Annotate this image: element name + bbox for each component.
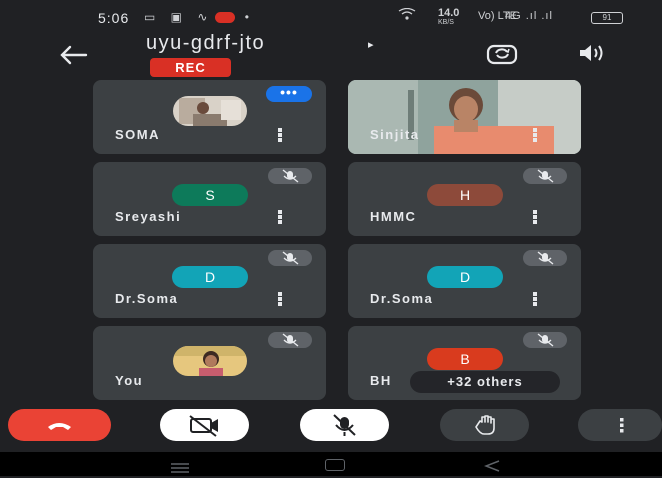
avatar: H [427, 184, 503, 206]
participant-name: SOMA [115, 127, 160, 142]
status-time: 5:06 [98, 10, 130, 26]
participant-name: Sreyashi [115, 209, 182, 224]
avatar: D [172, 266, 248, 288]
recent-apps-icon[interactable] [170, 460, 190, 473]
recording-badge: REC [150, 58, 231, 77]
notification-icons: ▭ ▣ ∿ • [144, 10, 255, 24]
chevron-right-icon[interactable]: ▸ [368, 38, 374, 51]
more-options-icon[interactable] [278, 210, 282, 224]
participant-tile[interactable]: H HMMC [348, 162, 581, 236]
participant-tile[interactable]: You [93, 326, 326, 400]
more-options-icon[interactable] [533, 210, 537, 224]
battery-icon: 91 [591, 12, 623, 24]
participant-tile[interactable]: D Dr.Soma [348, 244, 581, 318]
mic-off-icon [523, 332, 567, 348]
participant-tile[interactable]: D Dr.Soma [93, 244, 326, 318]
status-bar: 5:06 ▭ ▣ ∿ • 14.0 KB/S Vo) LTE 4G .ıl .ıl… [0, 0, 662, 34]
participant-name: You [115, 373, 144, 388]
participant-tile[interactable]: Sinjita [348, 80, 581, 154]
avatar: D [427, 266, 503, 288]
avatar [173, 96, 247, 126]
mic-off-icon [268, 332, 312, 348]
mic-off-icon [268, 250, 312, 266]
avatar [173, 346, 247, 376]
more-options-icon[interactable] [533, 292, 537, 306]
participant-name: Sinjita [370, 127, 420, 142]
switch-camera-icon[interactable] [486, 40, 518, 66]
participant-name: HMMC [370, 209, 417, 224]
recording-indicator-icon [215, 12, 236, 24]
avatar: B [427, 348, 503, 370]
more-vert-icon [620, 418, 624, 433]
system-nav-bar [0, 452, 662, 476]
more-options-button[interactable] [578, 409, 662, 441]
raise-hand-button[interactable] [440, 409, 529, 441]
home-icon[interactable] [325, 459, 345, 471]
participant-name: BH [370, 373, 392, 388]
participant-tile[interactable]: ••• SOMA [93, 80, 326, 154]
speaker-icon[interactable] [578, 42, 606, 64]
mic-off-icon [523, 250, 567, 266]
participant-tile[interactable]: B BH +32 others [348, 326, 581, 400]
mic-off-icon [268, 168, 312, 184]
meeting-title[interactable]: uyu-gdrf-jto [146, 32, 265, 55]
others-count-button[interactable]: +32 others [410, 371, 560, 393]
wifi-icon [398, 7, 416, 23]
mic-off-icon [523, 168, 567, 184]
more-options-icon[interactable] [278, 292, 282, 306]
participant-tile[interactable]: S Sreyashi [93, 162, 326, 236]
back-arrow-icon[interactable] [58, 44, 88, 66]
camera-toggle-button[interactable] [160, 409, 249, 441]
more-options-icon[interactable] [278, 128, 282, 142]
participant-name: Dr.Soma [370, 291, 434, 306]
signal-icon: 4G .ıl .ıl [505, 10, 553, 22]
end-call-button[interactable] [8, 409, 111, 441]
hand-icon [475, 415, 495, 435]
network-speed: 14.0 KB/S [438, 7, 460, 27]
back-nav-icon[interactable] [483, 459, 500, 472]
more-options-icon[interactable] [533, 128, 537, 142]
avatar: S [172, 184, 248, 206]
camera-off-icon [189, 415, 218, 437]
mic-off-icon [333, 414, 356, 436]
mic-toggle-button[interactable] [300, 409, 389, 441]
participant-name: Dr.Soma [115, 291, 179, 306]
speaking-indicator: ••• [266, 85, 312, 102]
participant-video [348, 80, 581, 154]
